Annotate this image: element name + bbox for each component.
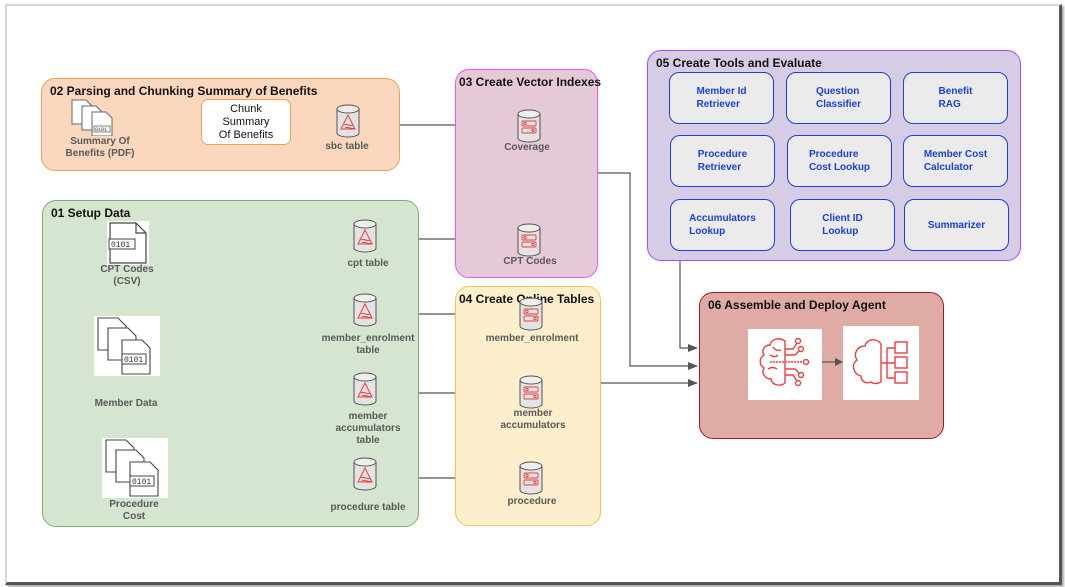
tool-label: Member Id Retriever bbox=[696, 86, 747, 110]
online-procedure-icon bbox=[519, 461, 543, 495]
ai-brain-icon bbox=[748, 329, 822, 400]
procedure-table-label: procedure table bbox=[330, 502, 406, 513]
tool-label: Accumulators Lookup bbox=[689, 213, 756, 237]
online-procedure-label: procedure bbox=[507, 496, 557, 507]
wire-tools-to-deploy bbox=[679, 261, 698, 352]
sbc-source-label: Summary Of Benefits (PDF) bbox=[65, 136, 135, 159]
procedure-cost-files-icon: 0101 bbox=[102, 438, 168, 498]
tool-label: Member Cost Calculator bbox=[923, 149, 988, 173]
procedure-cost-label: Procedure Cost bbox=[109, 499, 159, 522]
tool-procedure-cost-lookup[interactable]: Procedure Cost Lookup bbox=[787, 135, 892, 187]
tool-label: Benefit RAG bbox=[938, 86, 973, 110]
svg-text:0101: 0101 bbox=[95, 127, 107, 133]
sbc-table-label: sbc table bbox=[325, 141, 369, 152]
member-data-label: Member Data bbox=[94, 398, 158, 409]
group-title: 02 Parsing and Chunking Summary of Benef… bbox=[50, 84, 318, 98]
svg-text:0101: 0101 bbox=[111, 241, 130, 250]
group-title: 01 Setup Data bbox=[51, 206, 131, 220]
cpt-table-label: cpt table bbox=[347, 258, 389, 269]
cpt-source-label: CPT Codes (CSV) bbox=[100, 264, 154, 287]
svg-text:0101: 0101 bbox=[132, 478, 151, 487]
coverage-index-icon bbox=[517, 109, 541, 143]
tool-label: Procedure Retriever bbox=[697, 149, 748, 173]
cloud-deploy-icon bbox=[843, 326, 919, 400]
member-enrolment-table-icon bbox=[353, 293, 377, 327]
tool-member-id-retriever[interactable]: Member Id Retriever bbox=[669, 72, 774, 124]
group-title: 05 Create Tools and Evaluate bbox=[656, 56, 822, 70]
member-data-files-icon: 0101 bbox=[94, 316, 160, 376]
multi-file-binary-icon: 0101 bbox=[71, 99, 113, 136]
group-title: 03 Create Vector Indexes bbox=[459, 75, 602, 89]
tool-procedure-retriever[interactable]: Procedure Retriever bbox=[670, 135, 775, 187]
online-member-accumulators-icon bbox=[519, 375, 543, 409]
member-enrolment-table-label: member_enrolment table bbox=[321, 333, 415, 356]
chunk-process-label: Chunk Summary Of Benefits bbox=[218, 102, 274, 141]
cpt-codes-index-icon bbox=[517, 223, 541, 257]
csv-file-icon: 0101 bbox=[107, 221, 149, 265]
svg-text:0101: 0101 bbox=[124, 356, 143, 365]
arrow-right-icon bbox=[822, 358, 843, 366]
tool-member-cost-calculator[interactable]: Member Cost Calculator bbox=[903, 135, 1008, 187]
sbc-table-icon bbox=[336, 104, 360, 138]
member-accumulators-table-label: member accumulators table bbox=[335, 411, 401, 446]
group-title: 06 Assemble and Deploy Agent bbox=[708, 298, 886, 312]
chunk-process-box[interactable]: Chunk Summary Of Benefits bbox=[201, 99, 291, 145]
online-member-enrolment-label: member_enrolment bbox=[485, 333, 579, 344]
member-accumulators-table-icon bbox=[353, 372, 377, 406]
tool-label: Client ID Lookup bbox=[822, 213, 863, 237]
tool-label: Procedure Cost Lookup bbox=[808, 149, 871, 173]
tool-label: Question Classifier bbox=[815, 86, 862, 110]
tool-summarizer[interactable]: Summarizer bbox=[904, 199, 1009, 251]
tool-accumulators-lookup[interactable]: Accumulators Lookup bbox=[670, 199, 775, 251]
tool-question-classifier[interactable]: Question Classifier bbox=[786, 72, 891, 124]
tool-benefit-rag[interactable]: Benefit RAG bbox=[903, 72, 1008, 124]
online-member-enrolment-icon bbox=[519, 297, 543, 331]
procedure-table-icon bbox=[353, 457, 377, 491]
tool-client-id-lookup[interactable]: Client ID Lookup bbox=[790, 199, 895, 251]
cpt-table-icon bbox=[353, 219, 377, 253]
online-member-accumulators-label: member accumulators bbox=[500, 408, 566, 431]
tool-label: Summarizer bbox=[927, 219, 986, 231]
